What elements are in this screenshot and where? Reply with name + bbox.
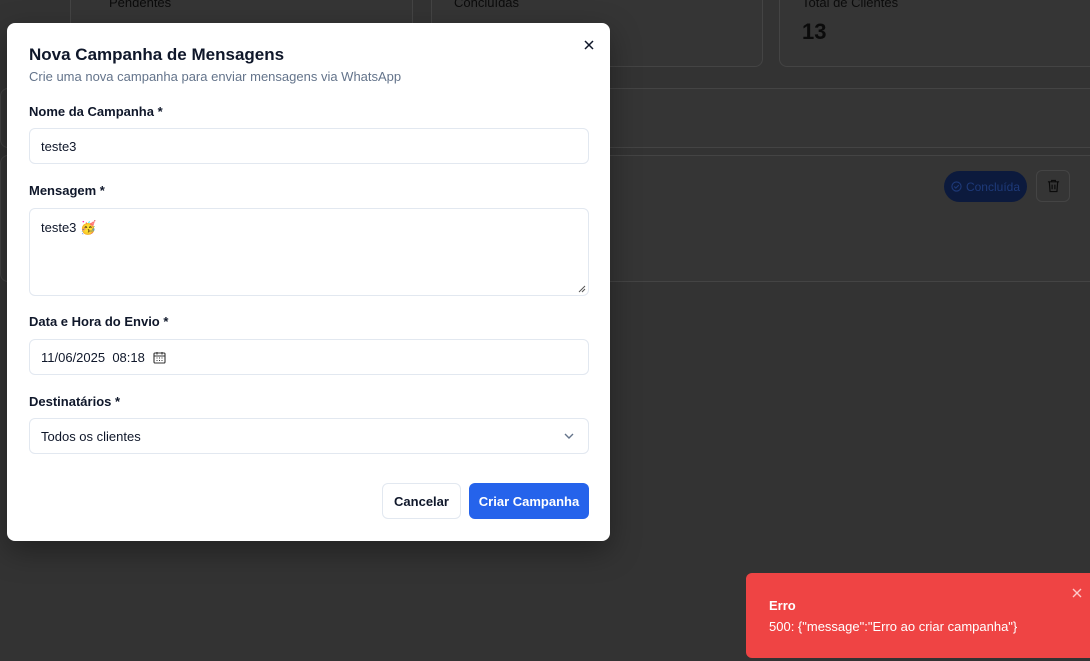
- cancel-button[interactable]: Cancelar: [382, 483, 461, 519]
- message-value: teste3 🥳: [41, 220, 97, 235]
- campaign-name-label: Nome da Campanha *: [29, 104, 163, 119]
- dialog-close-button[interactable]: [581, 37, 597, 53]
- message-label: Mensagem *: [29, 183, 105, 198]
- toast-title: Erro: [769, 598, 796, 613]
- dialog-title: Nova Campanha de Mensagens: [29, 45, 285, 64]
- send-datetime-label: Data e Hora do Envio *: [29, 314, 169, 329]
- stat-card-clients-value: 13: [802, 19, 827, 44]
- campaign-name-input[interactable]: teste3: [29, 128, 589, 164]
- calendar-icon[interactable]: [153, 351, 166, 364]
- dialog-description: Crie uma nova campanha para enviar mensa…: [29, 69, 402, 84]
- recipients-label: Destinatários *: [29, 394, 121, 409]
- stat-card-pending-label: Pendentes: [109, 0, 172, 10]
- close-icon: [584, 40, 594, 50]
- delete-campaign-button[interactable]: [1036, 170, 1070, 202]
- toast-message: 500: {"message":"Erro ao criar campanha"…: [769, 619, 1018, 634]
- message-textarea[interactable]: teste3 🥳: [29, 208, 589, 296]
- new-campaign-dialog: Nova Campanha de Mensagens Crie uma nova…: [7, 23, 610, 541]
- stat-card-clients: Total de Clientes 13: [779, 0, 1090, 67]
- stat-card-clients-label: Total de Clientes: [802, 0, 899, 10]
- campaign-name-value: teste3: [41, 138, 77, 154]
- create-campaign-button[interactable]: Criar Campanha: [469, 483, 589, 519]
- stat-card-completed-label: Concluídas: [454, 0, 520, 10]
- resize-grip-icon[interactable]: [578, 285, 586, 293]
- send-datetime-input[interactable]: 11/06/2025 08:18: [29, 339, 589, 375]
- trash-icon: [1047, 179, 1059, 193]
- error-toast: Erro 500: {"message":"Erro ao criar camp…: [746, 573, 1090, 658]
- status-badge: Concluída: [944, 171, 1027, 202]
- send-datetime-value: 11/06/2025 08:18: [41, 349, 145, 365]
- status-badge-label: Concluída: [965, 179, 1021, 194]
- recipients-select[interactable]: Todos os clientes: [29, 418, 589, 454]
- check-circle-icon: [951, 181, 962, 192]
- close-icon[interactable]: [1071, 587, 1083, 599]
- recipients-value: Todos os clientes: [41, 428, 141, 444]
- chevron-down-icon: [564, 433, 574, 439]
